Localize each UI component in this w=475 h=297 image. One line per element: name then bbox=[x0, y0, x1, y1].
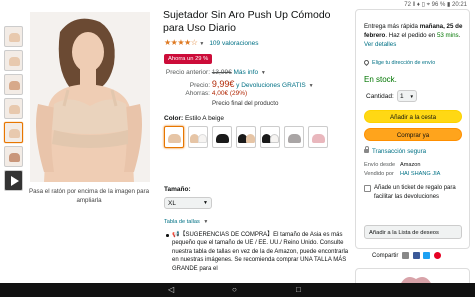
previous-price-row: Precio anterior: 13,99€ Más info ▼ bbox=[164, 69, 266, 76]
color-value: Estilo A beige bbox=[184, 115, 224, 122]
twitter-icon[interactable] bbox=[423, 252, 431, 259]
quantity-label: Cantidad: bbox=[366, 93, 394, 100]
star-rating-icon[interactable]: ★★★★☆ bbox=[164, 38, 198, 47]
main-product-image[interactable] bbox=[30, 12, 150, 182]
ships-from-label: Envío desde bbox=[364, 162, 396, 168]
swatch-beige[interactable] bbox=[164, 126, 184, 148]
delivery-countdown: 53 mins bbox=[436, 32, 459, 39]
zoom-hint: Pasa el ratón por encima de la imagen pa… bbox=[28, 188, 150, 204]
ships-from-value: Amazon bbox=[400, 162, 421, 168]
savings-value: 4,00€ (29%) bbox=[211, 90, 248, 97]
swatch-gray[interactable] bbox=[284, 126, 304, 148]
previous-price-value: 13,99€ bbox=[211, 69, 232, 76]
secure-transaction-row[interactable]: Transacción segura bbox=[364, 146, 426, 155]
color-row: Color: Estilo A beige bbox=[164, 115, 224, 122]
add-to-wishlist-button[interactable]: Añadir a la Lista de deseos bbox=[364, 225, 462, 239]
delivery-info: Entrega más rápida mañana, 25 de febrero… bbox=[364, 23, 463, 48]
size-selected-value: XL bbox=[168, 200, 176, 207]
thumbnail[interactable] bbox=[4, 146, 23, 167]
previous-price-label: Precio anterior: bbox=[165, 69, 210, 76]
recents-icon[interactable]: □ bbox=[296, 286, 301, 294]
gift-receipt-checkbox[interactable] bbox=[364, 185, 371, 192]
buy-now-button[interactable]: Comprar ya bbox=[364, 128, 462, 141]
share-label: Compartir bbox=[372, 253, 399, 260]
back-icon[interactable]: ◁ bbox=[168, 286, 174, 294]
android-nav-bar: ◁ ○ □ bbox=[0, 283, 475, 297]
chevron-down-icon: ▼ bbox=[409, 94, 414, 99]
stock-status: En stock. bbox=[364, 75, 397, 84]
thumbnail-video[interactable] bbox=[4, 170, 23, 191]
add-to-cart-button[interactable]: Añadir a la cesta bbox=[364, 110, 462, 123]
chevron-down-icon[interactable]: ▼ bbox=[203, 219, 208, 225]
chevron-down-icon[interactable]: ▼ bbox=[261, 70, 266, 76]
facebook-icon[interactable] bbox=[412, 252, 420, 259]
status-indicators: 72 ll ♦ ▯ ⌖ 96 % ▮ 20:21 bbox=[404, 2, 467, 8]
ships-from-row: Envío desde Amazon bbox=[364, 162, 421, 168]
sold-by-label: Vendido por bbox=[364, 171, 394, 177]
quantity-select[interactable]: 1 ▼ bbox=[397, 90, 417, 102]
thumbnail[interactable] bbox=[4, 98, 23, 119]
swatch-black[interactable] bbox=[212, 126, 232, 148]
status-bar: 72 ll ♦ ▯ ⌖ 96 % ▮ 20:21 bbox=[0, 0, 475, 9]
thumbnail[interactable] bbox=[4, 74, 23, 95]
page-root: 72 ll ♦ ▯ ⌖ 96 % ▮ 20:21 Pasa el ratón p… bbox=[0, 0, 475, 297]
play-icon bbox=[11, 176, 19, 186]
ratings-link[interactable]: 109 valoraciones bbox=[209, 40, 258, 47]
final-price-note: Precio final del producto bbox=[212, 100, 279, 107]
delivery-middle: . Haz el pedido en bbox=[385, 32, 436, 39]
swatch-pink[interactable] bbox=[308, 126, 328, 148]
lock-icon bbox=[364, 146, 369, 154]
thumbnail[interactable] bbox=[4, 26, 23, 47]
location-pin-icon bbox=[362, 59, 371, 67]
deal-badge: Ahorra un 29 % bbox=[164, 54, 213, 64]
home-icon[interactable]: ○ bbox=[232, 286, 237, 294]
thumbnail[interactable] bbox=[4, 50, 23, 71]
savings-row: Ahorras: 4,00€ (29%) bbox=[164, 90, 247, 97]
size-label: Tamaño: bbox=[164, 186, 191, 193]
address-link[interactable]: Elige tu dirección de envío bbox=[372, 60, 435, 66]
size-select[interactable]: XL ▼ bbox=[164, 197, 212, 209]
size-table-row: Tabla de tallas ▼ bbox=[164, 219, 213, 225]
feature-bullet: 📢【SUGERENCIAS DE COMPRA】El tamaño de Asi… bbox=[166, 231, 352, 273]
gift-receipt-label: Añade un ticket de regalo para facilitar… bbox=[374, 185, 456, 200]
swatch-beige-set[interactable] bbox=[188, 126, 208, 148]
swatch-black-white[interactable] bbox=[260, 126, 280, 148]
address-row[interactable]: Elige tu dirección de envío bbox=[362, 59, 468, 68]
secure-transaction-link[interactable]: Transacción segura bbox=[372, 148, 426, 155]
product-title: Sujetador Sin Aro Push Up Cómodo para Us… bbox=[163, 9, 331, 34]
delivery-prefix: Entrega más rápida bbox=[364, 23, 418, 30]
email-icon[interactable] bbox=[402, 252, 410, 259]
swatch-black-beige[interactable] bbox=[236, 126, 256, 148]
quantity-value: 1 bbox=[400, 93, 404, 100]
thumbnail-strip bbox=[4, 26, 24, 194]
savings-label: Ahorras: bbox=[185, 90, 210, 97]
free-returns-link[interactable]: y Devoluciones GRATIS bbox=[236, 82, 306, 89]
model-illustration bbox=[30, 12, 150, 182]
price-value: 9,99€ bbox=[211, 79, 235, 89]
chevron-down-icon[interactable]: ▼ bbox=[309, 83, 314, 89]
chevron-down-icon[interactable]: ▼ bbox=[199, 41, 204, 47]
price-label: Precio: bbox=[189, 82, 210, 89]
chevron-down-icon: ▼ bbox=[203, 200, 208, 206]
details-link[interactable]: Ver detalles bbox=[364, 41, 396, 48]
rating-row: ★★★★☆ ▼ 109 valoraciones bbox=[164, 38, 258, 47]
more-info-link[interactable]: Más info bbox=[234, 69, 259, 76]
thumbnail-selected[interactable] bbox=[4, 122, 23, 143]
seller-link[interactable]: HAI SHANG JIA bbox=[400, 171, 440, 177]
sold-by-row: Vendido por HAI SHANG JIA bbox=[364, 171, 440, 177]
pinterest-icon[interactable] bbox=[434, 252, 442, 259]
color-label: Color: bbox=[164, 115, 184, 122]
size-table-link[interactable]: Tabla de tallas bbox=[164, 219, 200, 225]
price-row: Precio: 9,99€ y Devoluciones GRATIS ▼ bbox=[164, 79, 314, 89]
share-row: Compartir bbox=[372, 252, 442, 260]
